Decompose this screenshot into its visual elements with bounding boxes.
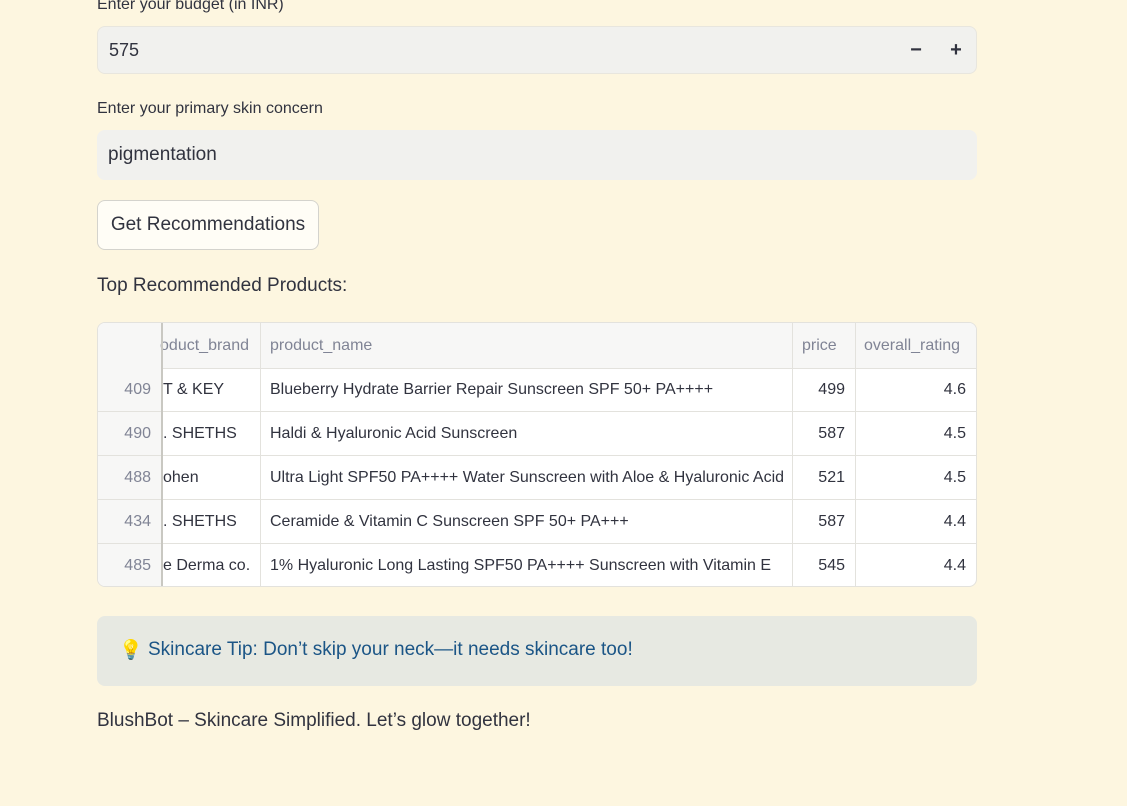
brand-cell[interactable]: . SHETHS	[163, 412, 260, 455]
skincare-tip-box: 💡 Skincare Tip: Don’t skip your neck—it …	[97, 616, 977, 686]
brand-cell[interactable]: . SHETHS	[163, 500, 260, 543]
concern-label: Enter your primary skin concern	[97, 100, 323, 117]
row-index-cell[interactable]: 485	[98, 544, 161, 586]
brand-cell[interactable]: ohen	[163, 456, 260, 499]
column-header-product-name[interactable]: product_name	[270, 324, 790, 367]
column-divider	[260, 323, 261, 586]
product-name-cell[interactable]: Haldi & Hyaluronic Acid Sunscreen	[270, 412, 792, 455]
budget-input[interactable]: 575 − +	[97, 26, 977, 74]
column-divider	[855, 323, 856, 586]
increment-button[interactable]: +	[941, 35, 971, 65]
rating-cell[interactable]: 4.4	[855, 500, 976, 543]
get-recommendations-button[interactable]: Get Recommendations	[97, 200, 319, 250]
product-name-cell[interactable]: Ultra Light SPF50 PA++++ Water Sunscreen…	[270, 456, 792, 499]
results-heading: Top Recommended Products:	[97, 275, 348, 296]
lightbulb-icon: 💡	[119, 640, 143, 661]
brand-cell[interactable]: T & KEY	[163, 368, 260, 411]
column-header-rating[interactable]: overall_rating	[864, 324, 976, 367]
product-name-cell[interactable]: Blueberry Hydrate Barrier Repair Sunscre…	[270, 368, 792, 411]
row-index-cell[interactable]: 434	[98, 500, 161, 543]
row-index-cell[interactable]: 409	[98, 368, 161, 411]
budget-label: Enter your budget (in INR)	[97, 0, 284, 13]
skin-concern-value[interactable]: pigmentation	[108, 144, 217, 166]
skincare-tip-text: Skincare Tip: Don’t skip your neck—it ne…	[148, 639, 633, 660]
rating-cell[interactable]: 4.5	[855, 456, 976, 499]
column-divider	[792, 323, 793, 586]
brand-cell[interactable]: e Derma co.	[163, 544, 260, 586]
row-index-cell[interactable]: 488	[98, 456, 161, 499]
price-cell[interactable]: 521	[792, 456, 855, 499]
decrement-button[interactable]: −	[901, 35, 931, 65]
budget-value[interactable]: 575	[109, 40, 139, 61]
row-index-cell[interactable]: 490	[98, 412, 161, 455]
price-cell[interactable]: 587	[792, 412, 855, 455]
price-cell[interactable]: 545	[792, 544, 855, 586]
column-header-price[interactable]: price	[802, 324, 852, 367]
rating-cell[interactable]: 4.5	[855, 412, 976, 455]
rating-cell[interactable]: 4.6	[855, 368, 976, 411]
results-table[interactable]: oduct_brand product_name price overall_r…	[97, 322, 977, 587]
product-name-cell[interactable]: Ceramide & Vitamin C Sunscreen SPF 50+ P…	[270, 500, 792, 543]
footer-tagline: BlushBot – Skincare Simplified. Let’s gl…	[97, 710, 531, 731]
price-cell[interactable]: 499	[792, 368, 855, 411]
product-name-cell[interactable]: 1% Hyaluronic Long Lasting SPF50 PA++++ …	[270, 544, 792, 586]
price-cell[interactable]: 587	[792, 500, 855, 543]
rating-cell[interactable]: 4.4	[855, 544, 976, 586]
skin-concern-input[interactable]: pigmentation	[97, 130, 977, 180]
column-divider	[161, 323, 163, 586]
